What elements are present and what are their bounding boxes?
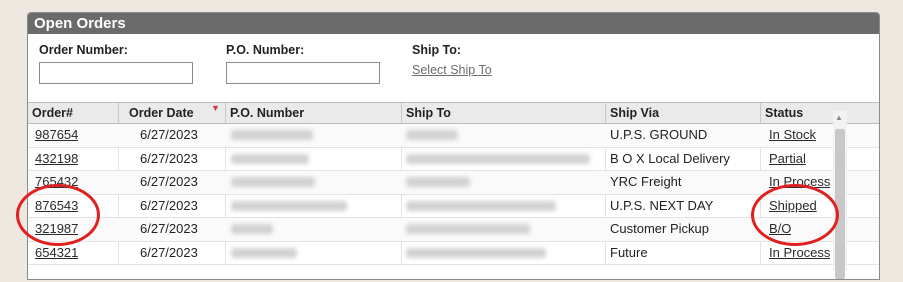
ship-via: B O X Local Delivery bbox=[610, 150, 730, 166]
order-date: 6/27/2023 bbox=[140, 127, 198, 142]
table-row: 987654 6/27/2023 U.P.S. GROUND In Stock bbox=[28, 124, 879, 148]
table-header: Order# Order Date ▼ P.O. Number Ship To … bbox=[28, 102, 879, 124]
po-number-label: P.O. Number: bbox=[226, 43, 305, 57]
vertical-scrollbar[interactable]: ▲ bbox=[833, 111, 847, 279]
col-header-po-number[interactable]: P.O. Number bbox=[225, 103, 401, 123]
order-date: 6/27/2023 bbox=[140, 221, 198, 236]
status-link[interactable]: Partial bbox=[769, 148, 806, 170]
col-header-status[interactable]: Status bbox=[760, 103, 879, 123]
col-header-ship-to[interactable]: Ship To bbox=[401, 103, 605, 123]
ship-to-redacted bbox=[406, 200, 556, 211]
highlight-circle-status bbox=[751, 184, 839, 246]
order-link[interactable]: 987654 bbox=[35, 124, 78, 146]
ship-via: YRC Freight bbox=[610, 174, 682, 189]
ship-via: Customer Pickup bbox=[610, 221, 709, 236]
po-number-redacted bbox=[231, 177, 315, 187]
po-number-redacted bbox=[231, 200, 347, 211]
ship-to-redacted bbox=[406, 177, 470, 187]
po-number-redacted bbox=[231, 153, 309, 164]
ship-to-redacted bbox=[406, 247, 546, 258]
table-row: 432198 6/27/2023 B O X Local Delivery Pa… bbox=[28, 148, 879, 171]
table-body: 987654 6/27/2023 U.P.S. GROUND In Stock … bbox=[28, 124, 879, 265]
open-orders-panel: Open Orders Order Number: P.O. Number: S… bbox=[27, 12, 880, 280]
ship-via: U.P.S. GROUND bbox=[610, 127, 708, 142]
order-link[interactable]: 432198 bbox=[35, 148, 78, 170]
select-ship-to-link[interactable]: Select Ship To bbox=[412, 63, 492, 77]
ship-via: Future bbox=[610, 244, 648, 260]
order-date: 6/27/2023 bbox=[140, 174, 198, 189]
ship-via: U.P.S. NEXT DAY bbox=[610, 197, 714, 213]
order-date: 6/27/2023 bbox=[140, 197, 198, 213]
table-row: 654321 6/27/2023 Future In Process bbox=[28, 242, 879, 265]
po-number-redacted bbox=[231, 224, 273, 234]
col-header-order-date[interactable]: Order Date bbox=[118, 103, 225, 123]
highlight-circle-order bbox=[16, 184, 100, 246]
orders-table: Order# Order Date ▼ P.O. Number Ship To … bbox=[28, 102, 879, 265]
order-date: 6/27/2023 bbox=[140, 150, 198, 166]
order-date: 6/27/2023 bbox=[140, 244, 198, 260]
col-header-ship-via[interactable]: Ship Via bbox=[605, 103, 760, 123]
panel-title: Open Orders bbox=[28, 13, 879, 34]
po-number-redacted bbox=[231, 130, 313, 140]
scroll-up-icon[interactable]: ▲ bbox=[835, 113, 843, 122]
po-number-input[interactable] bbox=[226, 62, 380, 84]
ship-to-redacted bbox=[406, 153, 590, 164]
ship-to-redacted bbox=[406, 224, 530, 234]
ship-to-redacted bbox=[406, 130, 458, 140]
table-row: 765432 6/27/2023 YRC Freight In Process bbox=[28, 171, 879, 195]
ship-to-label: Ship To: bbox=[412, 43, 462, 57]
col-header-order[interactable]: Order# bbox=[28, 103, 118, 123]
order-number-input[interactable] bbox=[39, 62, 193, 84]
status-link[interactable]: In Stock bbox=[769, 124, 816, 146]
sort-desc-icon[interactable]: ▼ bbox=[211, 103, 220, 113]
po-number-redacted bbox=[231, 247, 297, 258]
order-number-label: Order Number: bbox=[39, 43, 128, 57]
